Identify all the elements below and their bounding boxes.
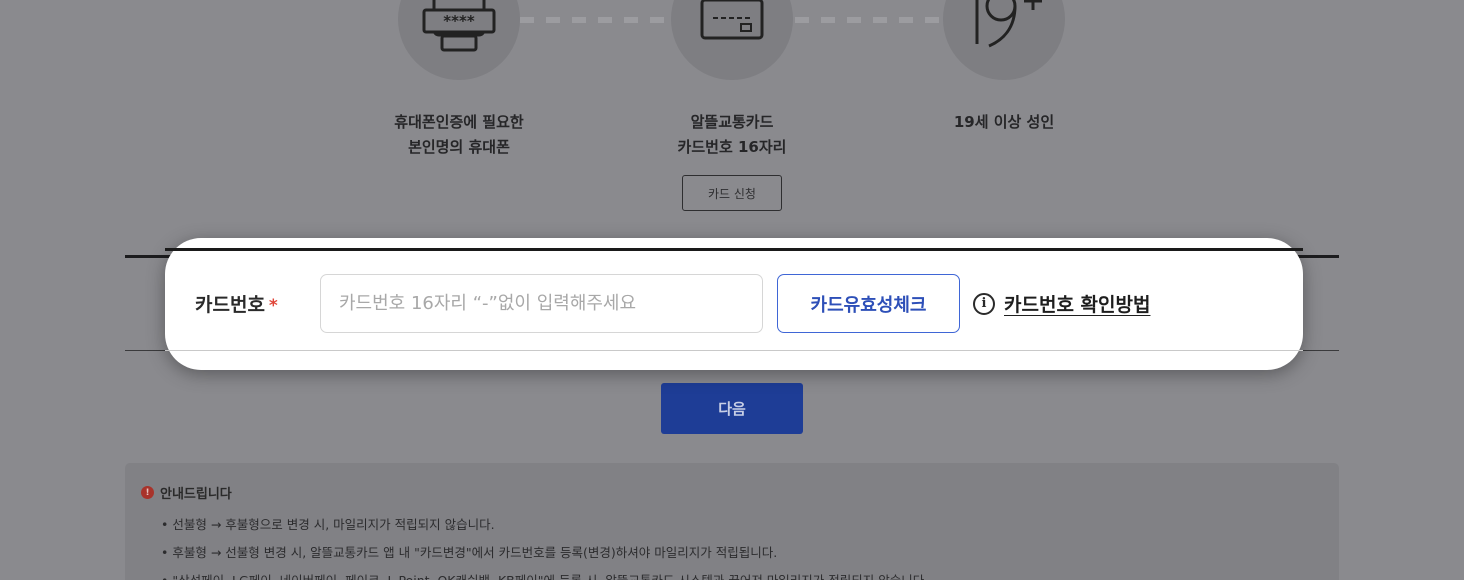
card-number-label-text: 카드번호 <box>195 294 265 316</box>
requirement-card-text: 알뜰교통카드 카드번호 16자리 <box>611 110 853 160</box>
card-validity-check-button[interactable]: 카드유효성체크 <box>777 274 960 333</box>
connector-line <box>795 17 943 23</box>
requirement-line: 휴대폰인증에 필요한 <box>394 113 524 131</box>
notice-title: ! 안내드립니다 <box>141 483 1323 502</box>
requirement-line: 알뜰교통카드 <box>690 113 774 131</box>
notice-box: ! 안내드립니다 선불형 → 후불형으로 변경 시, 마일리지가 적립되지 않습… <box>125 463 1339 580</box>
notice-list: 선불형 → 후불형으로 변경 시, 마일리지가 적립되지 않습니다. 후불형 →… <box>141 511 1323 580</box>
requirement-line: 19세 이상 성인 <box>953 113 1055 131</box>
required-mark: * <box>268 296 278 316</box>
card-number-howto-link[interactable]: 카드번호 확인방법 <box>1004 290 1150 317</box>
requirement-phone-text: 휴대폰인증에 필요한 본인명의 휴대폰 <box>338 110 580 160</box>
age-19-plus-icon <box>943 0 1065 80</box>
form-top-rule <box>165 248 1303 251</box>
connector-line <box>520 17 670 23</box>
next-button[interactable]: 다음 <box>661 383 803 434</box>
notice-title-text: 안내드립니다 <box>160 487 232 502</box>
info-icon: i <box>973 292 995 315</box>
card-number-howto[interactable]: i 카드번호 확인방법 <box>973 290 1150 317</box>
notice-item: 선불형 → 후불형으로 변경 시, 마일리지가 적립되지 않습니다. <box>161 511 1323 539</box>
card-apply-button[interactable]: 카드 신청 <box>682 175 782 211</box>
notice-item: "삼성페이, LG페이, 네이버페이, 페이코, L.Point, OK캐쉬백,… <box>161 567 1323 580</box>
requirement-age-text: 19세 이상 성인 <box>883 110 1125 135</box>
phone-password-icon: **** <box>398 0 520 80</box>
password-mask-text: **** <box>443 12 475 30</box>
requirement-line: 본인명의 휴대폰 <box>408 138 510 156</box>
card-number-form: 카드번호* 카드유효성체크 i 카드번호 확인방법 <box>165 238 1303 370</box>
card-number-label: 카드번호 * <box>195 290 278 317</box>
card-number-input[interactable] <box>320 274 763 333</box>
notice-item: 후불형 → 선불형 변경 시, 알뜰교통카드 앱 내 "카드변경"에서 카드번호… <box>161 539 1323 567</box>
alert-icon: ! <box>141 486 154 499</box>
form-bottom-rule <box>165 350 1303 351</box>
card-icon <box>671 0 793 80</box>
requirement-line: 카드번호 16자리 <box>677 138 787 156</box>
